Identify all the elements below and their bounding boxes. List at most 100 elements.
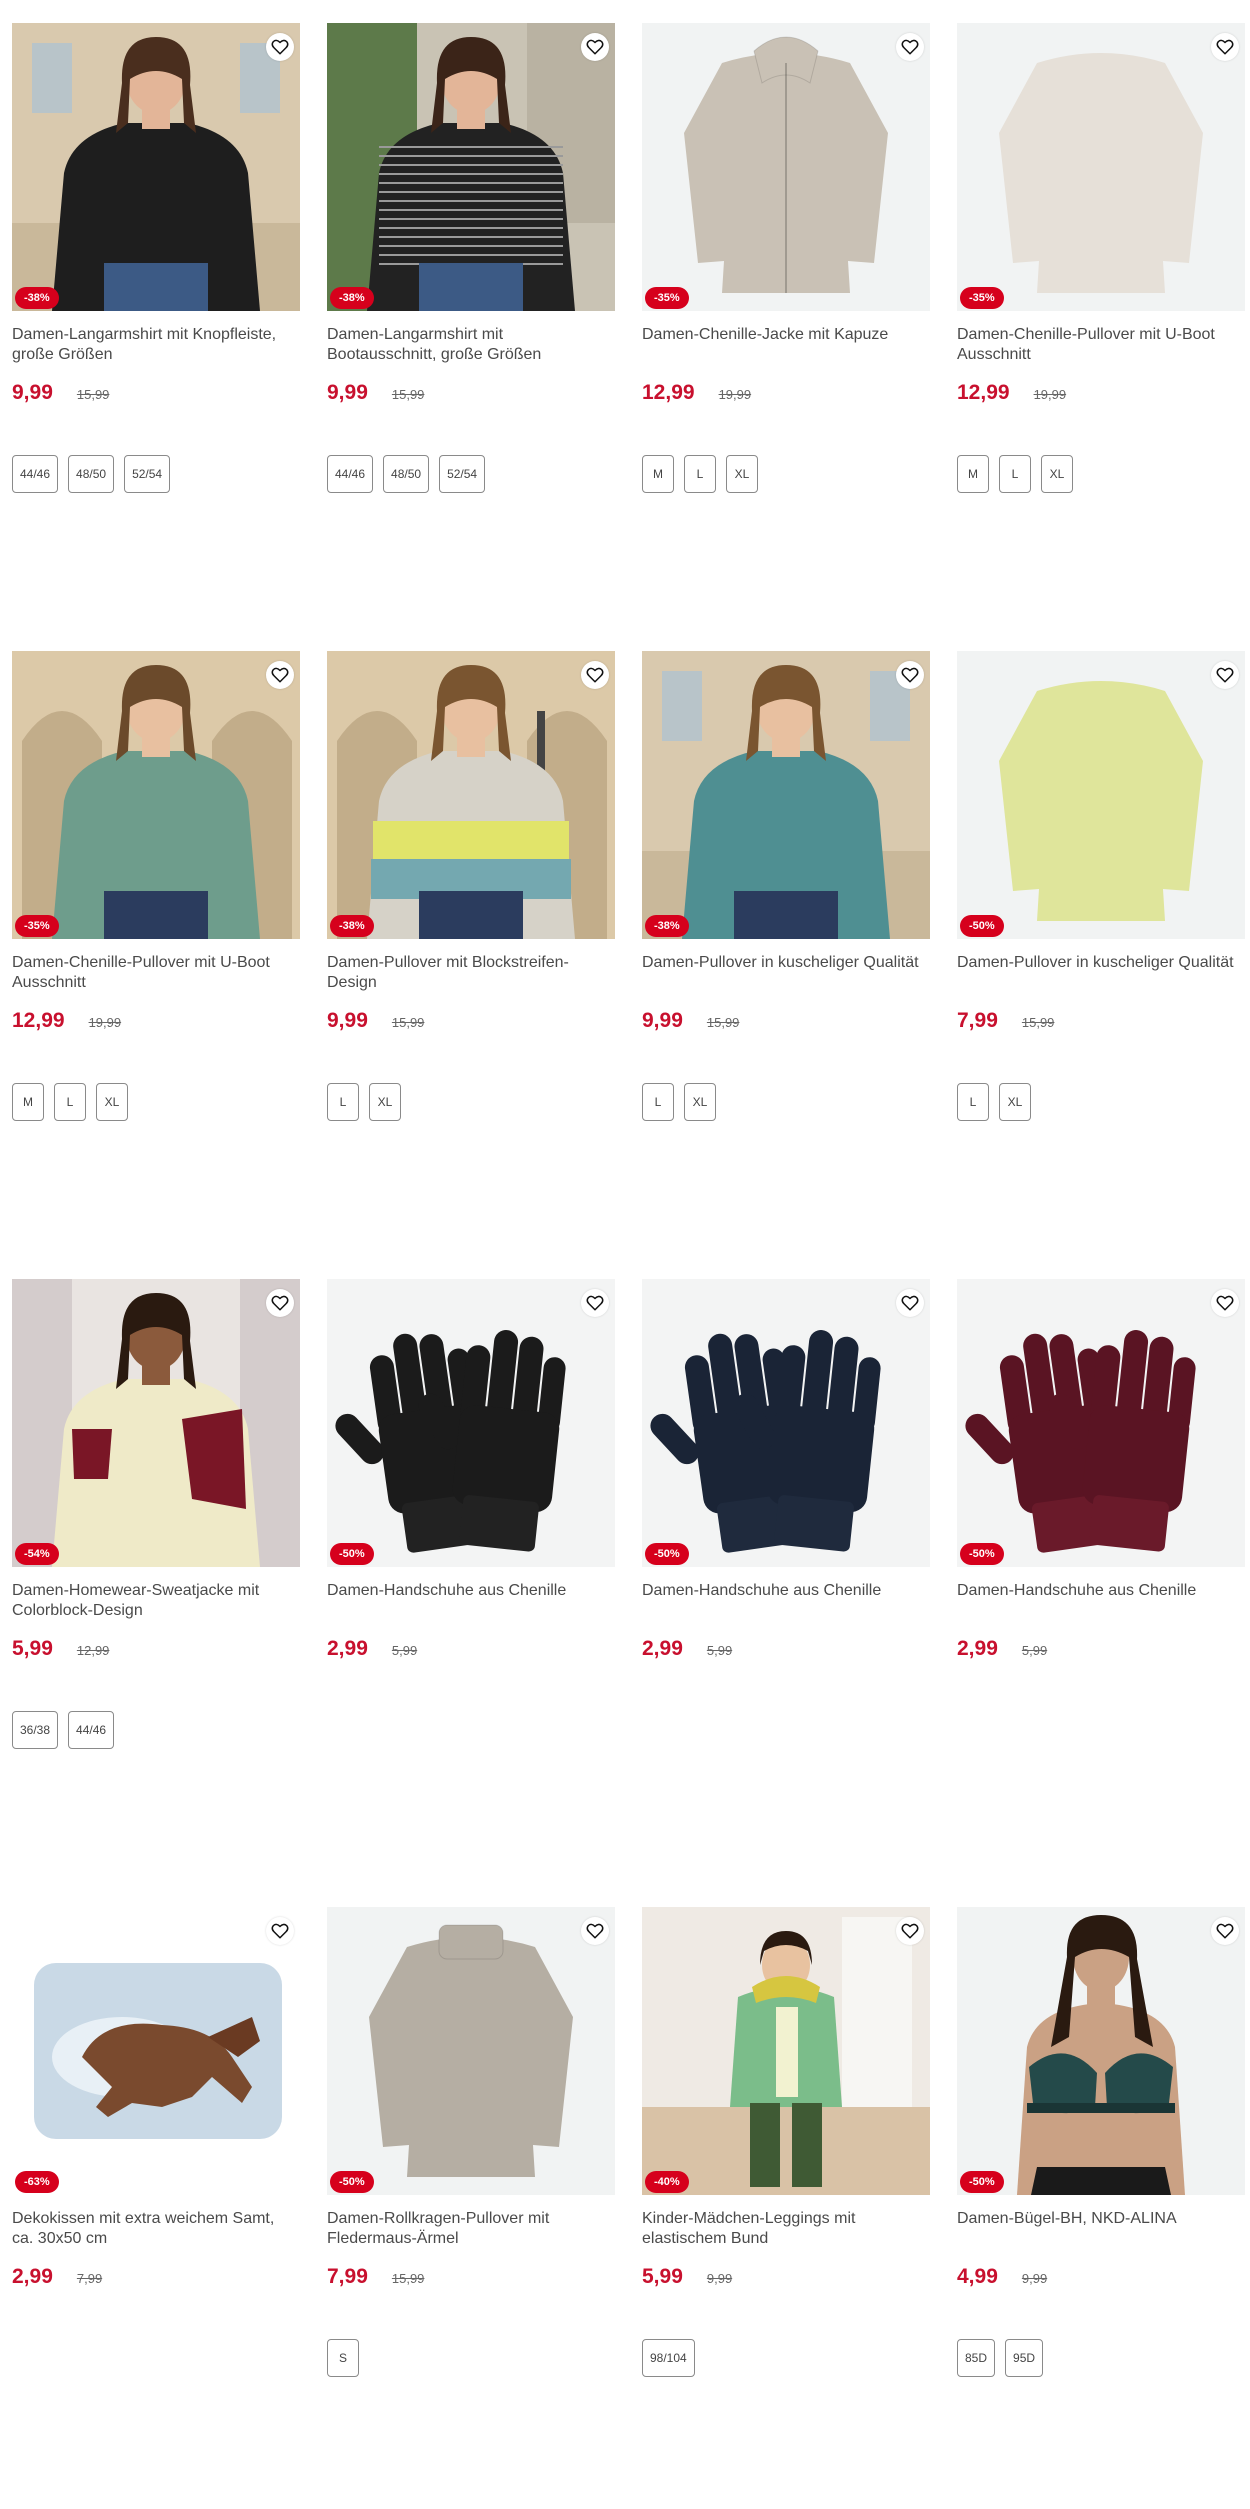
- product-title[interactable]: Kinder-Mädchen-Leggings mit elastischem …: [642, 2209, 930, 2265]
- size-option[interactable]: XL: [1041, 455, 1073, 493]
- wishlist-heart-icon[interactable]: [581, 661, 609, 689]
- size-options: 44/46 48/50 52/54: [12, 455, 300, 493]
- size-option[interactable]: XL: [684, 1083, 716, 1121]
- size-option[interactable]: L: [642, 1083, 674, 1121]
- size-option[interactable]: XL: [999, 1083, 1031, 1121]
- product-title[interactable]: Damen-Langarmshirt mit Knopfleiste, groß…: [12, 325, 300, 381]
- product-image[interactable]: -50%: [327, 1279, 615, 1567]
- discount-badge: -50%: [645, 1543, 689, 1565]
- product-image[interactable]: -38%: [12, 23, 300, 311]
- product-card[interactable]: -35% Damen-Chenille-Jacke mit Kapuze 12,…: [642, 23, 930, 493]
- product-image[interactable]: -35%: [957, 23, 1245, 311]
- size-option[interactable]: 48/50: [68, 455, 115, 493]
- product-image[interactable]: -38%: [327, 23, 615, 311]
- discount-badge: -35%: [960, 287, 1004, 309]
- product-title[interactable]: Dekokissen mit extra weichem Samt, ca. 3…: [12, 2209, 300, 2265]
- size-option[interactable]: 44/46: [327, 455, 374, 493]
- product-card[interactable]: -38% Damen-Langarmshirt mit Knopfleiste,…: [12, 23, 300, 493]
- wishlist-heart-icon[interactable]: [1211, 33, 1239, 61]
- product-title[interactable]: Damen-Handschuhe aus Chenille: [957, 1581, 1245, 1637]
- product-card[interactable]: -50% Damen-Rollkragen-Pullover mit Flede…: [327, 1907, 615, 2377]
- size-option[interactable]: L: [54, 1083, 86, 1121]
- product-card[interactable]: -38% Damen-Pullover in kuscheliger Quali…: [642, 651, 930, 1121]
- size-option[interactable]: M: [957, 455, 989, 493]
- product-card[interactable]: -50% Damen-Handschuhe aus Chenille 2,99 …: [957, 1279, 1245, 1711]
- wishlist-heart-icon[interactable]: [581, 1289, 609, 1317]
- wishlist-heart-icon[interactable]: [1211, 1917, 1239, 1945]
- wishlist-heart-icon[interactable]: [266, 33, 294, 61]
- size-option[interactable]: L: [999, 455, 1031, 493]
- price-row: 9,99 15,99: [327, 1009, 615, 1053]
- wishlist-heart-icon[interactable]: [581, 33, 609, 61]
- product-card[interactable]: -38% Damen-Langarmshirt mit Bootausschni…: [327, 23, 615, 493]
- size-option[interactable]: 48/50: [383, 455, 430, 493]
- wishlist-heart-icon[interactable]: [266, 661, 294, 689]
- wishlist-heart-icon[interactable]: [266, 1917, 294, 1945]
- wishlist-heart-icon[interactable]: [1211, 661, 1239, 689]
- product-image[interactable]: -63%: [12, 1907, 300, 2195]
- size-option[interactable]: 52/54: [439, 455, 486, 493]
- product-title[interactable]: Damen-Chenille-Jacke mit Kapuze: [642, 325, 930, 381]
- product-card[interactable]: -54% Damen-Homewear-Sweatjacke mit Color…: [12, 1279, 300, 1749]
- product-image[interactable]: -38%: [642, 651, 930, 939]
- product-title[interactable]: Damen-Chenille-Pullover mit U-Boot Aussc…: [12, 953, 300, 1009]
- product-image[interactable]: -50%: [327, 1907, 615, 2195]
- size-option[interactable]: 95D: [1005, 2339, 1044, 2377]
- size-option[interactable]: 44/46: [68, 1711, 115, 1749]
- product-title[interactable]: Damen-Bügel-BH, NKD-ALINA: [957, 2209, 1245, 2265]
- size-option[interactable]: M: [12, 1083, 44, 1121]
- product-image[interactable]: -38%: [327, 651, 615, 939]
- product-image[interactable]: -35%: [12, 651, 300, 939]
- product-image[interactable]: -40%: [642, 1907, 930, 2195]
- size-option[interactable]: L: [957, 1083, 989, 1121]
- size-option[interactable]: 52/54: [124, 455, 171, 493]
- product-title[interactable]: Damen-Chenille-Pullover mit U-Boot Aussc…: [957, 325, 1245, 381]
- product-image[interactable]: -50%: [957, 1279, 1245, 1567]
- product-title[interactable]: Damen-Pullover in kuscheliger Qualität: [642, 953, 930, 1009]
- product-card[interactable]: -35% Damen-Chenille-Pullover mit U-Boot …: [12, 651, 300, 1121]
- size-option[interactable]: 85D: [957, 2339, 996, 2377]
- product-card[interactable]: -50% Damen-Pullover in kuscheliger Quali…: [957, 651, 1245, 1121]
- product-title[interactable]: Damen-Handschuhe aus Chenille: [327, 1581, 615, 1637]
- size-options: L XL: [957, 1083, 1245, 1121]
- product-image[interactable]: -50%: [957, 1907, 1245, 2195]
- size-option[interactable]: 98/104: [642, 2339, 695, 2377]
- product-title[interactable]: Damen-Pullover mit Blockstreifen-Design: [327, 953, 615, 1009]
- product-title[interactable]: Damen-Handschuhe aus Chenille: [642, 1581, 930, 1637]
- product-card[interactable]: -38% Damen-Pullover mit Blockstreifen-De…: [327, 651, 615, 1121]
- original-price: 9,99: [1021, 2271, 1048, 2286]
- price-row: 5,99 12,99: [12, 1637, 300, 1681]
- size-option[interactable]: XL: [726, 455, 758, 493]
- original-price: 7,99: [76, 2271, 103, 2286]
- size-option[interactable]: S: [327, 2339, 359, 2377]
- product-image[interactable]: -50%: [642, 1279, 930, 1567]
- wishlist-heart-icon[interactable]: [581, 1917, 609, 1945]
- product-title[interactable]: Damen-Pullover in kuscheliger Qualität: [957, 953, 1245, 1009]
- product-image[interactable]: -50%: [957, 651, 1245, 939]
- wishlist-heart-icon[interactable]: [896, 661, 924, 689]
- product-card[interactable]: -50% Damen-Handschuhe aus Chenille 2,99 …: [327, 1279, 615, 1711]
- size-option[interactable]: M: [642, 455, 674, 493]
- size-option[interactable]: XL: [96, 1083, 128, 1121]
- product-card[interactable]: -63% Dekokissen mit extra weichem Samt, …: [12, 1907, 300, 2339]
- product-title[interactable]: Damen-Homewear-Sweatjacke mit Colorblock…: [12, 1581, 300, 1637]
- product-card[interactable]: -35% Damen-Chenille-Pullover mit U-Boot …: [957, 23, 1245, 493]
- wishlist-heart-icon[interactable]: [266, 1289, 294, 1317]
- wishlist-heart-icon[interactable]: [896, 33, 924, 61]
- product-card[interactable]: -40% Kinder-Mädchen-Leggings mit elastis…: [642, 1907, 930, 2377]
- size-option[interactable]: L: [327, 1083, 359, 1121]
- size-option[interactable]: L: [684, 455, 716, 493]
- size-option[interactable]: 36/38: [12, 1711, 59, 1749]
- discount-badge: -63%: [15, 2171, 59, 2193]
- size-option[interactable]: XL: [369, 1083, 401, 1121]
- product-card[interactable]: -50% Damen-Bügel-BH, NKD-ALINA 4,99 9,99…: [957, 1907, 1245, 2377]
- product-image[interactable]: -54%: [12, 1279, 300, 1567]
- size-option[interactable]: 44/46: [12, 455, 59, 493]
- product-title[interactable]: Damen-Rollkragen-Pullover mit Fledermaus…: [327, 2209, 615, 2265]
- product-card[interactable]: -50% Damen-Handschuhe aus Chenille 2,99 …: [642, 1279, 930, 1711]
- product-image[interactable]: -35%: [642, 23, 930, 311]
- wishlist-heart-icon[interactable]: [1211, 1289, 1239, 1317]
- wishlist-heart-icon[interactable]: [896, 1917, 924, 1945]
- product-title[interactable]: Damen-Langarmshirt mit Bootausschnitt, g…: [327, 325, 615, 381]
- wishlist-heart-icon[interactable]: [896, 1289, 924, 1317]
